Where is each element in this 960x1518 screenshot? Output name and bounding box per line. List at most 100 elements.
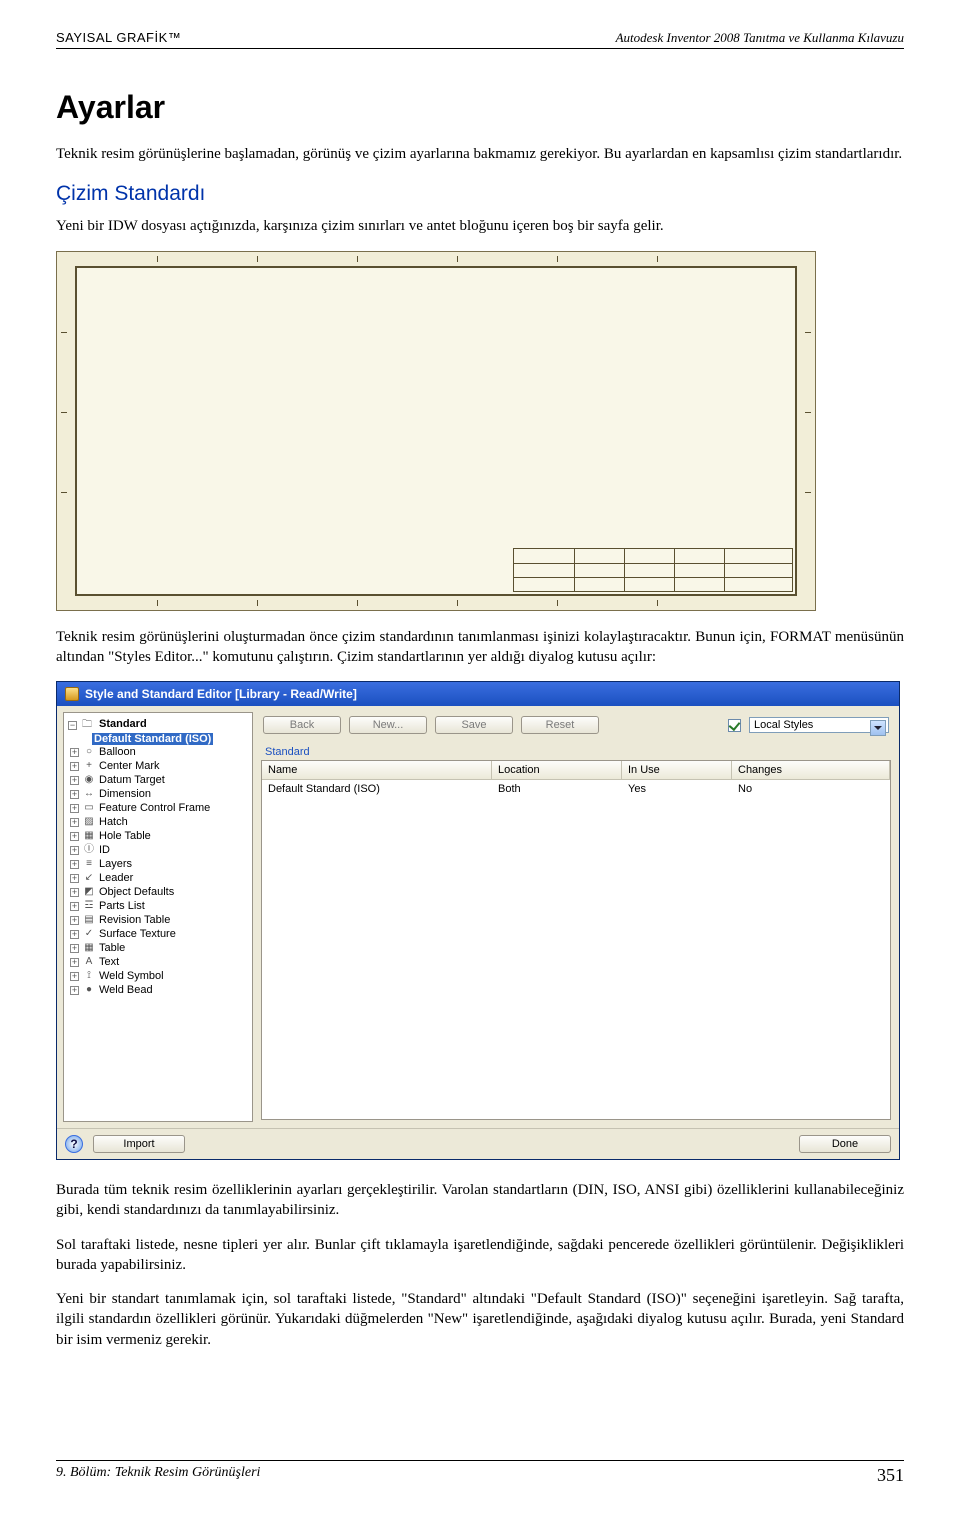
paragraph-6: Yeni bir standart tanımlamak için, sol t…	[56, 1289, 904, 1350]
tree-item-label: Feature Control Frame	[99, 802, 210, 814]
tree-item[interactable]: +ⒾID	[68, 843, 250, 857]
expand-icon[interactable]: +	[70, 958, 79, 967]
tree-type-icon: +	[83, 760, 95, 772]
tree-item-label: ID	[99, 844, 110, 856]
expand-icon[interactable]: +	[70, 930, 79, 939]
tree-type-icon: ↔	[83, 788, 95, 800]
expand-icon[interactable]: +	[70, 762, 79, 771]
tree-item[interactable]: + ⟟ Weld Symbol	[68, 969, 250, 983]
tree-type-icon: ≡	[83, 858, 95, 870]
done-button[interactable]: Done	[799, 1135, 891, 1153]
tree-item-label: Balloon	[99, 746, 136, 758]
list-row[interactable]: Default Standard (ISO) Both Yes No	[262, 780, 890, 798]
tree-item-label: Surface Texture	[99, 928, 176, 940]
expand-icon[interactable]: +	[70, 790, 79, 799]
expand-icon[interactable]: +	[70, 874, 79, 883]
collapse-icon[interactable]: −	[68, 721, 77, 730]
tree-item-label: Object Defaults	[99, 886, 174, 898]
expand-icon[interactable]: +	[70, 986, 79, 995]
paragraph-4: Burada tüm teknik resim özelliklerinin a…	[56, 1180, 904, 1221]
tree-item[interactable]: + ◩ Object Defaults	[68, 885, 250, 899]
footer-page-number: 351	[877, 1465, 904, 1486]
help-icon[interactable]: ?	[65, 1135, 83, 1153]
tree-type-icon: ●	[83, 984, 95, 996]
expand-icon[interactable]: +	[70, 860, 79, 869]
list-header: Name Location In Use Changes	[262, 761, 890, 780]
expand-icon[interactable]: +	[70, 972, 79, 981]
tree-item-label: Weld Symbol	[99, 970, 164, 982]
filter-combo-value: Local Styles	[754, 719, 813, 731]
cell-name: Default Standard (ISO)	[262, 780, 492, 798]
tree-item[interactable]: +↙Leader	[68, 871, 250, 885]
tree-selected-item[interactable]: Default Standard (ISO)	[66, 733, 250, 745]
tree-item[interactable]: + A Text	[68, 955, 250, 969]
dialog-toolbar: Back New... Save Reset Local Styles	[259, 712, 893, 742]
style-tree[interactable]: − 🗀 Standard Default Standard (ISO) + ○ Ba…	[63, 712, 253, 1122]
tree-type-icon: ⟟	[83, 970, 95, 982]
tree-item[interactable]: + ▭ Feature Control Frame	[68, 801, 250, 815]
expand-icon[interactable]: +	[70, 846, 79, 855]
style-editor-dialog: Style and Standard Editor [Library - Rea…	[56, 681, 900, 1160]
expand-icon[interactable]: +	[70, 804, 79, 813]
tree-item[interactable]: + ≡ Layers	[68, 857, 250, 871]
dialog-title-text: Style and Standard Editor [Library - Rea…	[85, 687, 357, 701]
filter-checkbox[interactable]	[728, 719, 741, 732]
cell-changes: No	[732, 780, 890, 798]
tree-root[interactable]: − 🗀 Standard	[66, 717, 250, 733]
tree-item-label: Layers	[99, 858, 132, 870]
col-changes[interactable]: Changes	[732, 761, 890, 779]
col-location[interactable]: Location	[492, 761, 622, 779]
tree-type-icon: ◉	[83, 774, 95, 786]
intro-paragraph: Teknik resim görünüşlerine başlamadan, g…	[56, 144, 904, 164]
filter-combo[interactable]: Local Styles	[749, 717, 889, 733]
tree-item-label: Center Mark	[99, 760, 160, 772]
expand-icon[interactable]: +	[70, 888, 79, 897]
tree-item-label: Hole Table	[99, 830, 151, 842]
dialog-footer: ? Import Done	[57, 1128, 899, 1159]
tree-item[interactable]: + ○ Balloon	[68, 745, 250, 759]
tree-type-icon: ◩	[83, 886, 95, 898]
expand-icon[interactable]: +	[70, 832, 79, 841]
tree-type-icon: ○	[83, 746, 95, 758]
tree-item[interactable]: + ☲ Parts List	[68, 899, 250, 913]
expand-icon[interactable]: +	[70, 902, 79, 911]
footer-chapter: 9. Bölüm: Teknik Resim Görünüşleri	[56, 1465, 260, 1486]
expand-icon[interactable]: +	[70, 944, 79, 953]
tree-item[interactable]: + ◉ Datum Target	[68, 773, 250, 787]
tree-item[interactable]: +▦Table	[68, 941, 250, 955]
new-button[interactable]: New...	[349, 716, 427, 734]
tree-item[interactable]: + ▨ Hatch	[68, 815, 250, 829]
tree-type-icon: ☲	[83, 900, 95, 912]
title-block	[513, 548, 793, 592]
expand-icon[interactable]: +	[70, 818, 79, 827]
tree-item-label: Text	[99, 956, 119, 968]
col-inuse[interactable]: In Use	[622, 761, 732, 779]
tree-item-label: Datum Target	[99, 774, 165, 786]
tree-item[interactable]: +●Weld Bead	[68, 983, 250, 997]
expand-icon[interactable]: +	[70, 916, 79, 925]
reset-button[interactable]: Reset	[521, 716, 599, 734]
back-button[interactable]: Back	[263, 716, 341, 734]
folder-icon: 🗀	[81, 719, 93, 731]
col-name[interactable]: Name	[262, 761, 492, 779]
import-button[interactable]: Import	[93, 1135, 185, 1153]
save-button[interactable]: Save	[435, 716, 513, 734]
tree-item[interactable]: +↔Dimension	[68, 787, 250, 801]
tree-type-icon: ▭	[83, 802, 95, 814]
tree-type-icon: ▦	[83, 830, 95, 842]
tree-type-icon: ▤	[83, 914, 95, 926]
header-left: SAYISAL GRAFİK™	[56, 30, 181, 46]
tree-item-label: Leader	[99, 872, 133, 884]
tree-item[interactable]: + ▦ Hole Table	[68, 829, 250, 843]
page-title: Ayarlar	[56, 89, 904, 126]
tree-item[interactable]: +✓Surface Texture	[68, 927, 250, 941]
tree-type-icon: ▨	[83, 816, 95, 828]
tree-item-label: Hatch	[99, 816, 128, 828]
expand-icon[interactable]: +	[70, 776, 79, 785]
expand-icon[interactable]: +	[70, 748, 79, 757]
tree-type-icon: A	[83, 956, 95, 968]
tree-item[interactable]: +▤Revision Table	[68, 913, 250, 927]
style-list[interactable]: Name Location In Use Changes Default Sta…	[261, 760, 891, 1120]
tree-item-label: Parts List	[99, 900, 145, 912]
tree-item[interactable]: + + Center Mark	[68, 759, 250, 773]
